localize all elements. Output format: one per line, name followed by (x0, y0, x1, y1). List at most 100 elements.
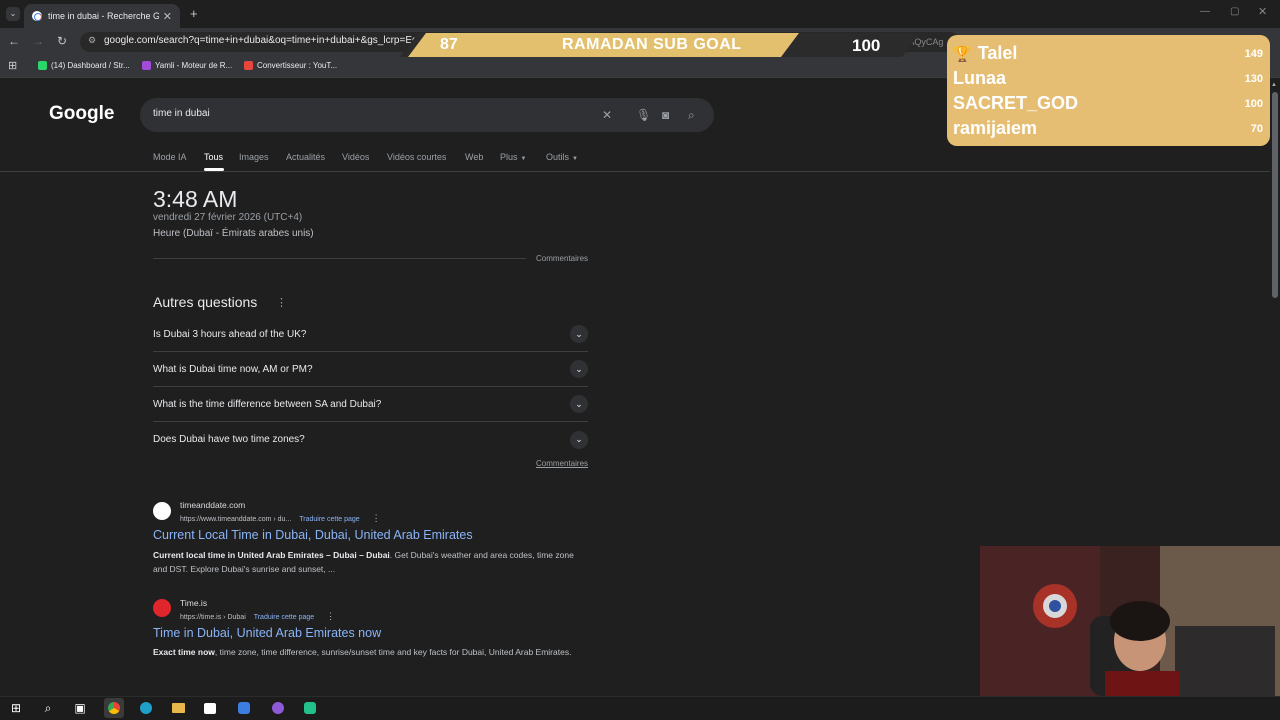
google-logo[interactable]: Google (49, 103, 114, 125)
trophy-icon: 🏆 (953, 46, 972, 63)
task-view-icon[interactable]: ▣ (70, 698, 90, 718)
site-info-icon[interactable]: ⚙ (88, 35, 96, 46)
leaderboard-name: Talel (977, 43, 1018, 63)
tab-videos[interactable]: Vidéos (342, 152, 369, 162)
chrome-taskbar-icon[interactable] (104, 698, 124, 718)
timezone-label: Heure (Dubaï - Émirats arabes unis) (153, 228, 314, 239)
more-options-icon[interactable]: ⋮ (276, 296, 287, 309)
question-row[interactable]: What is Dubai time now, AM or PM? ⌄ (153, 352, 588, 387)
result-site-name[interactable]: timeanddate.com (180, 500, 245, 510)
leaderboard-row: Lunaa 130 (953, 68, 1263, 89)
result-url-text: https://www.timeanddate.com › du... (180, 516, 292, 523)
tab-tous[interactable]: Tous (204, 152, 223, 162)
result-title-link[interactable]: Time in Dubai, United Arab Emirates now (153, 626, 381, 640)
green-app-icon[interactable] (300, 698, 320, 718)
address-url: google.com/search?q=time+in+dubai&oq=tim… (104, 35, 424, 46)
app-taskbar-icon[interactable] (234, 698, 254, 718)
tab-plus[interactable]: Plus ▼ (500, 152, 526, 162)
snippet-bold: Exact time now (153, 647, 215, 657)
windows-start-icon[interactable]: ⊞ (6, 698, 26, 718)
tab-actualites[interactable]: Actualités (286, 152, 325, 162)
search-input[interactable]: time in dubai (153, 108, 210, 119)
result-url[interactable]: https://time.is › Dubai Traduire cette p… (180, 611, 335, 622)
current-date: vendredi 27 février 2026 (UTC+4) (153, 212, 303, 223)
leaderboard-value: 70 (1250, 122, 1263, 135)
question-text: Is Dubai 3 hours ahead of the UK? (153, 328, 307, 340)
tab-outils[interactable]: Outils ▼ (546, 152, 578, 162)
question-text: What is Dubai time now, AM or PM? (153, 363, 313, 375)
bookmark-favicon-icon (142, 61, 151, 70)
new-tab-button[interactable]: + (190, 6, 198, 21)
streaming-app-icon[interactable] (268, 698, 288, 718)
forward-icon[interactable]: → (30, 34, 46, 48)
close-window-icon[interactable]: ✕ (1258, 5, 1267, 18)
reload-icon[interactable]: ↻ (54, 34, 70, 48)
search-icon[interactable]: ⌕ (38, 698, 58, 718)
paa-title: Autres questions (153, 294, 258, 310)
minimize-icon[interactable]: — (1200, 6, 1210, 17)
goal-title: RAMADAN SUB GOAL (562, 36, 742, 53)
more-options-icon[interactable]: ⋮ (326, 611, 335, 621)
question-text: Does Dubai have two time zones? (153, 434, 305, 445)
snippet-text: , time zone, time difference, sunrise/su… (214, 647, 572, 657)
timeanddate-favicon-icon (153, 502, 171, 520)
store-icon[interactable] (200, 698, 220, 718)
divider (153, 258, 526, 259)
current-time: 3:48 AM (153, 186, 238, 212)
google-lens-icon[interactable]: ◙ (662, 108, 669, 122)
result-url-text: https://time.is › Dubai (180, 614, 246, 621)
tab-plus-label: Plus (500, 152, 518, 162)
bookmark-label: Yamli - Moteur de R... (155, 61, 233, 70)
chevron-down-icon[interactable]: ⌄ (570, 325, 588, 343)
maximize-icon[interactable]: ▢ (1230, 6, 1239, 17)
result-url[interactable]: https://www.timeanddate.com › du... Trad… (180, 513, 381, 524)
tab-videos-courtes[interactable]: Vidéos courtes (387, 152, 446, 162)
search-box[interactable]: time in dubai (140, 98, 714, 132)
tab-outils-label: Outils (546, 152, 570, 162)
comments-link[interactable]: Commentaires (536, 254, 588, 263)
bookmark-convertisseur[interactable]: Convertisseur : YouT... (244, 61, 337, 70)
question-row[interactable]: Does Dubai have two time zones? ⌄ (153, 422, 588, 457)
tab-list-chevron-icon[interactable]: ⌄ (6, 7, 20, 21)
tab-images[interactable]: Images (239, 152, 269, 162)
leaderboard-row: SACRET_GOD 100 (953, 93, 1263, 114)
translate-link[interactable]: Traduire cette page (299, 516, 359, 523)
result-snippet: Exact time now, time zone, time differen… (153, 645, 583, 659)
tab-mode-ia[interactable]: Mode IA (153, 152, 187, 162)
scroll-up-icon[interactable]: ▲ (1271, 82, 1277, 88)
browser-tab[interactable]: time in dubai - Recherche Google ✕ (24, 4, 180, 28)
chevron-down-icon[interactable]: ⌄ (570, 360, 588, 378)
back-icon[interactable]: ← (6, 34, 22, 48)
leaderboard-name: ramijaiem (953, 118, 1038, 138)
timeis-favicon-icon (153, 599, 171, 617)
leaderboard-name: Lunaa (953, 68, 1007, 88)
tab-close-icon[interactable]: ✕ (163, 10, 172, 23)
leaderboard-name-wrap: 🏆 Talel (953, 43, 1017, 64)
more-options-icon[interactable]: ⋮ (372, 513, 381, 523)
scrollbar-thumb[interactable] (1272, 92, 1278, 298)
bookmark-favicon-icon (244, 61, 253, 70)
google-favicon-icon (32, 11, 42, 21)
comments-link[interactable]: Commentaires (536, 459, 588, 468)
tab-title: time in dubai - Recherche Google (48, 11, 159, 21)
bookmark-yamli[interactable]: Yamli - Moteur de R... (142, 61, 232, 70)
search-icon[interactable]: ⌕ (688, 108, 695, 123)
edge-taskbar-icon[interactable] (136, 698, 156, 718)
microphone-icon[interactable]: 🎙 (636, 108, 651, 122)
result-title-link[interactable]: Current Local Time in Dubai, Dubai, Unit… (153, 528, 473, 542)
leaderboard-overlay: 🏆 Talel 149 Lunaa 130 SACRET_GOD 100 rami… (947, 35, 1270, 146)
leaderboard-row: ramijaiem 70 (953, 118, 1263, 139)
translate-link[interactable]: Traduire cette page (254, 614, 314, 621)
chevron-down-icon[interactable]: ⌄ (570, 395, 588, 413)
active-tab-indicator (204, 168, 224, 171)
question-row[interactable]: Is Dubai 3 hours ahead of the UK? ⌄ (153, 317, 588, 352)
apps-grid-icon[interactable]: ⊞ (8, 59, 17, 72)
bookmark-dashboard[interactable]: (14) Dashboard / Str... (38, 61, 130, 70)
chevron-down-icon[interactable]: ⌄ (570, 430, 588, 449)
tab-web[interactable]: Web (465, 152, 483, 162)
file-explorer-icon[interactable] (168, 698, 188, 718)
question-row[interactable]: What is the time difference between SA a… (153, 387, 588, 422)
clear-search-icon[interactable]: ✕ (602, 108, 612, 122)
tab-strip: ⌄ time in dubai - Recherche Google ✕ + —… (0, 0, 1280, 28)
result-site-name[interactable]: Time.is (180, 598, 207, 608)
